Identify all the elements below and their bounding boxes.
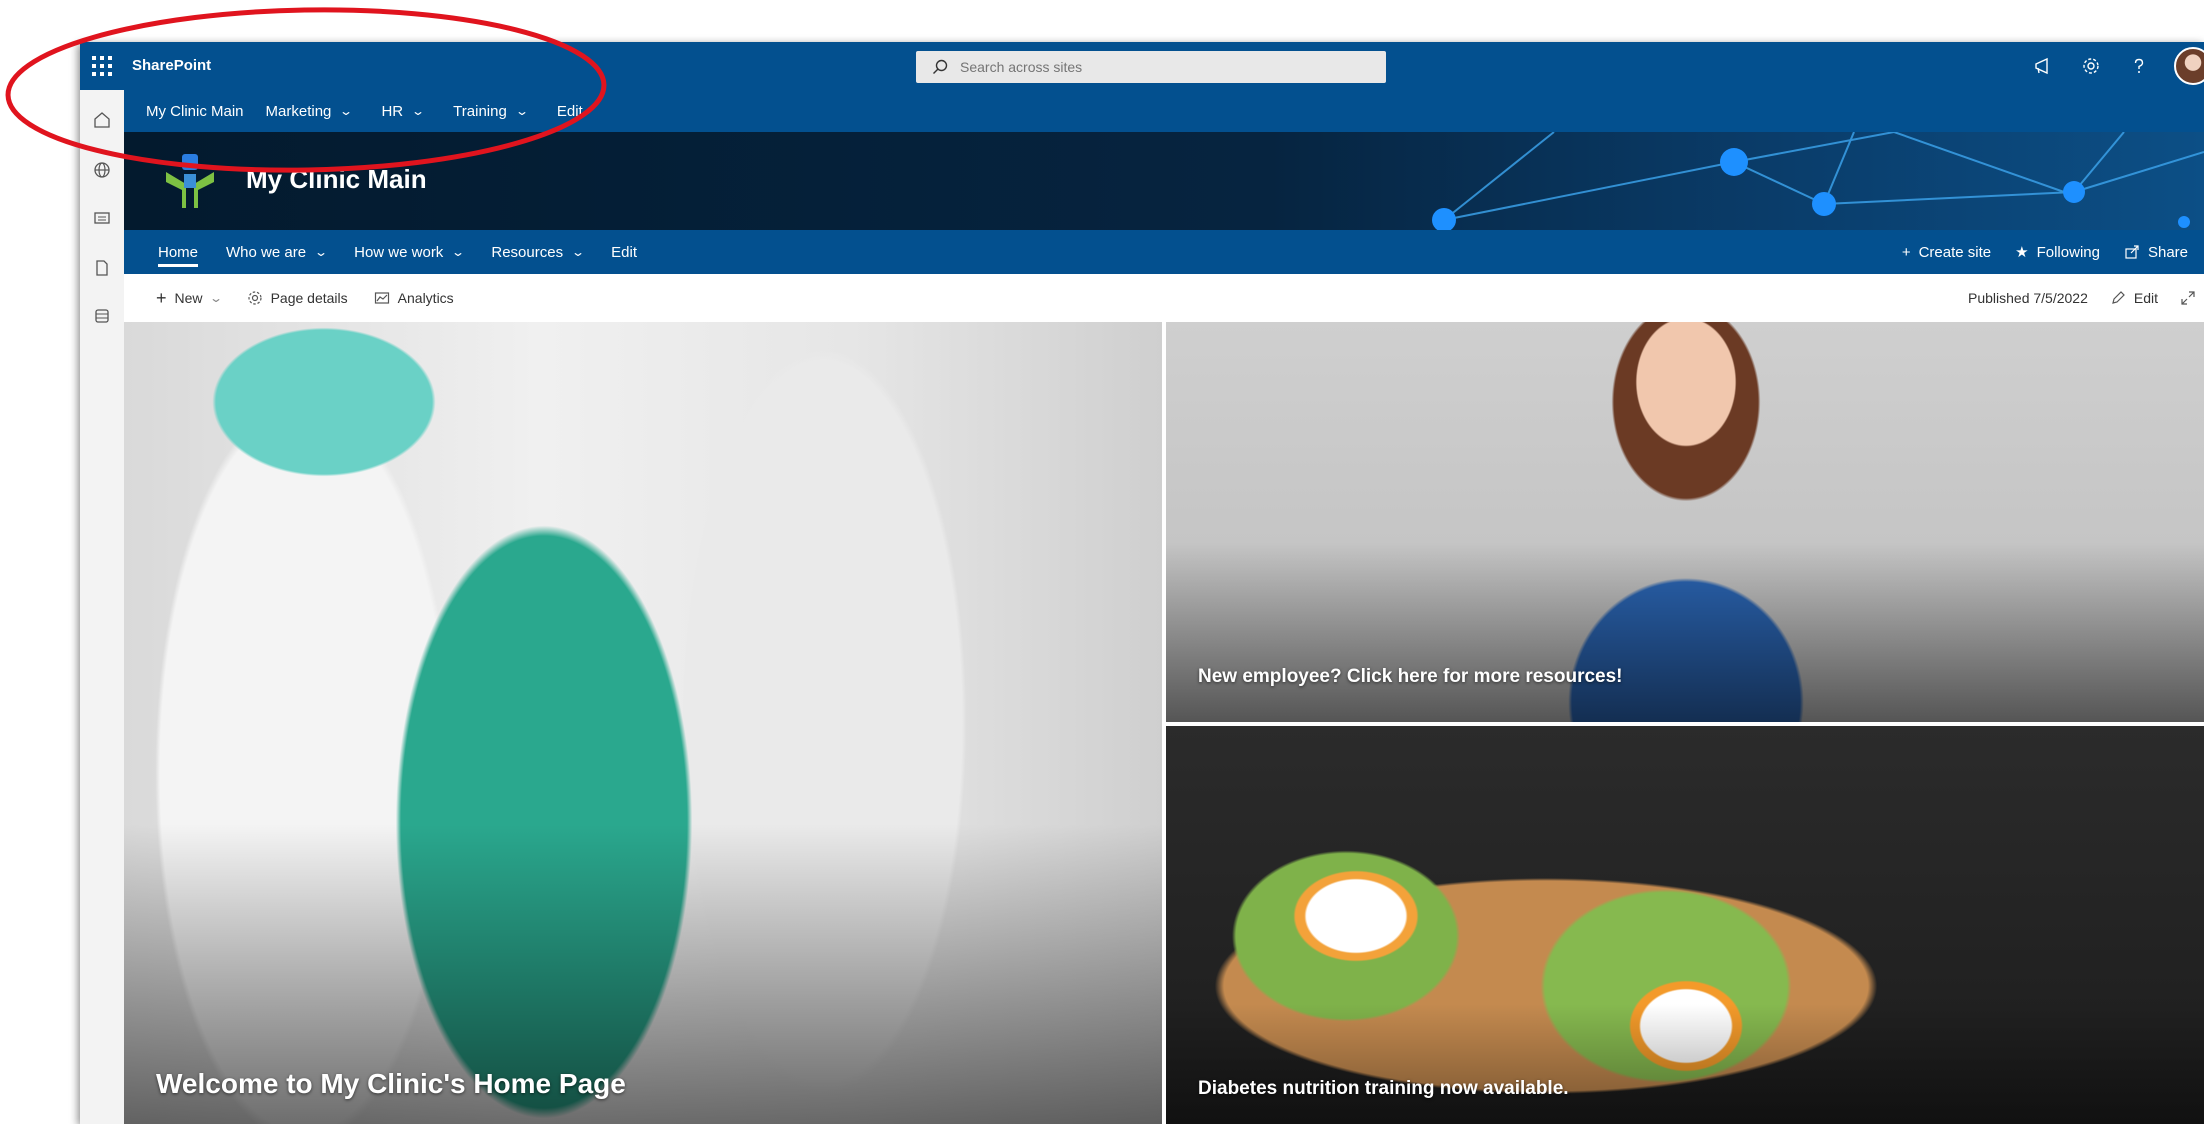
command-bar: + New ⌄ Page details Analytics Published 7… bbox=[124, 274, 2204, 322]
suite-bar: SharePoint bbox=[80, 42, 2204, 90]
news-icon[interactable] bbox=[90, 206, 114, 230]
hub-nav-my-clinic-main[interactable]: My Clinic Main bbox=[146, 103, 244, 120]
hero-tile-diabetes[interactable]: Diabetes nutrition training now availabl… bbox=[1166, 726, 2204, 1124]
new-button[interactable]: + New ⌄ bbox=[156, 287, 223, 309]
following-button[interactable]: ★ Following bbox=[2015, 243, 2100, 262]
create-site-button[interactable]: + Create site bbox=[1902, 244, 1991, 261]
edit-page-button[interactable]: Edit bbox=[2110, 290, 2158, 306]
chevron-down-icon: ⌄ bbox=[339, 104, 354, 118]
hero-tile-main[interactable]: Welcome to My Clinic's Home Page bbox=[124, 322, 1162, 1124]
hero-tile-new-employee[interactable]: New employee? Click here for more resour… bbox=[1166, 322, 2204, 722]
published-status: Published 7/5/2022 bbox=[1968, 290, 2088, 306]
chevron-down-icon: ⌄ bbox=[208, 291, 223, 305]
pencil-icon bbox=[2112, 291, 2125, 304]
nav-edit[interactable]: Edit bbox=[611, 230, 637, 274]
gear-icon bbox=[247, 291, 262, 305]
plus-icon: + bbox=[156, 287, 167, 308]
clinic-logo bbox=[166, 154, 214, 208]
gear-icon[interactable] bbox=[2078, 53, 2104, 79]
sharepoint-window: SharePoint Search across sites My Clinic… bbox=[80, 42, 2204, 1124]
hub-nav-edit[interactable]: Edit bbox=[557, 103, 583, 120]
share-icon bbox=[2125, 245, 2139, 259]
home-icon[interactable] bbox=[90, 108, 114, 132]
nav-who-we-are[interactable]: Who we are ⌄ bbox=[226, 230, 329, 274]
chevron-down-icon: ⌄ bbox=[451, 245, 466, 259]
plus-icon: + bbox=[1901, 243, 1911, 261]
site-title[interactable]: My Clinic Main bbox=[246, 164, 427, 195]
hero-tile3-caption[interactable]: Diabetes nutrition training now availabl… bbox=[1198, 1078, 1569, 1100]
nav-how-we-work[interactable]: How we work ⌄ bbox=[354, 230, 466, 274]
hub-nav-hr[interactable]: HR ⌄ bbox=[381, 103, 426, 120]
hero-tile2-caption[interactable]: New employee? Click here for more resour… bbox=[1198, 666, 1623, 688]
hero-main-caption[interactable]: Welcome to My Clinic's Home Page bbox=[156, 1068, 626, 1100]
network-banner-graphic bbox=[1432, 132, 2204, 230]
analytics-button[interactable]: Analytics bbox=[374, 290, 454, 306]
megaphone-icon[interactable] bbox=[2030, 53, 2056, 79]
search-box[interactable] bbox=[916, 51, 1386, 83]
analytics-icon bbox=[374, 292, 389, 304]
chevron-down-icon: ⌄ bbox=[411, 104, 426, 118]
left-app-bar bbox=[80, 90, 125, 1124]
star-icon: ★ bbox=[2015, 244, 2029, 261]
globe-icon[interactable] bbox=[90, 158, 114, 182]
nav-resources[interactable]: Resources ⌄ bbox=[491, 230, 586, 274]
help-icon[interactable] bbox=[2126, 53, 2152, 79]
search-input[interactable] bbox=[958, 58, 1362, 76]
app-launcher-icon[interactable] bbox=[88, 52, 116, 80]
hero-webpart: Welcome to My Clinic's Home Page New emp… bbox=[124, 322, 2204, 1124]
document-icon[interactable] bbox=[90, 256, 114, 280]
share-button[interactable]: Share bbox=[2124, 244, 2188, 261]
chevron-down-icon: ⌄ bbox=[314, 245, 329, 259]
hub-nav-training[interactable]: Training ⌄ bbox=[453, 103, 529, 120]
hub-navigation: My Clinic Main Marketing ⌄ HR ⌄ Training ⌄ … bbox=[124, 90, 2204, 132]
search-icon bbox=[933, 59, 948, 74]
user-avatar[interactable] bbox=[2174, 47, 2204, 85]
site-navigation: Home Who we are ⌄ How we work ⌄ Resources ⌄… bbox=[124, 230, 2204, 274]
nav-home[interactable]: Home bbox=[158, 230, 199, 274]
list-icon[interactable] bbox=[90, 304, 114, 328]
chevron-down-icon: ⌄ bbox=[514, 104, 529, 118]
expand-icon[interactable] bbox=[2180, 290, 2196, 306]
page-details-button[interactable]: Page details bbox=[247, 290, 348, 306]
chevron-down-icon: ⌄ bbox=[571, 245, 586, 259]
site-header: My Clinic Main bbox=[124, 132, 2204, 230]
app-brand[interactable]: SharePoint bbox=[132, 57, 211, 74]
hub-nav-marketing[interactable]: Marketing ⌄ bbox=[266, 103, 354, 120]
